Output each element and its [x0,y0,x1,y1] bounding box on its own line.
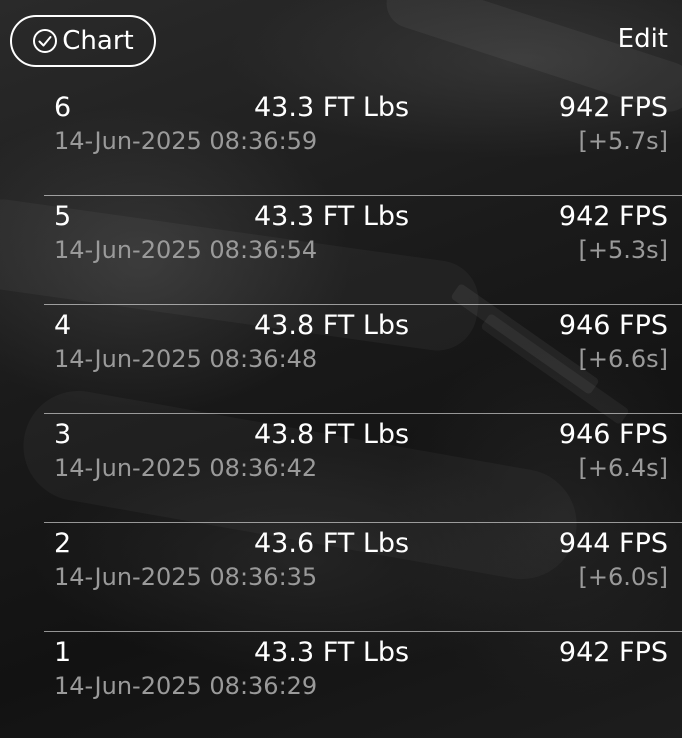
row-divider [44,195,682,196]
row-divider [44,631,682,632]
list-item[interactable]: 3 43.8 FT Lbs 946 FPS 14-Jun-2025 08:36:… [0,413,682,522]
shot-number: 5 [54,201,72,232]
shot-timestamp: 14-Jun-2025 08:36:48 [54,345,318,373]
shot-interval: [+6.4s] [578,454,668,482]
list-item[interactable]: 2 43.6 FT Lbs 944 FPS 14-Jun-2025 08:36:… [0,522,682,631]
shot-timestamp: 14-Jun-2025 08:36:54 [54,236,318,264]
shot-timestamp: 14-Jun-2025 08:36:42 [54,454,318,482]
list-item[interactable]: 4 43.8 FT Lbs 946 FPS 14-Jun-2025 08:36:… [0,304,682,413]
shot-energy: 43.6 FT Lbs [254,528,410,559]
shot-energy: 43.3 FT Lbs [254,637,410,668]
list-item[interactable]: 1 43.3 FT Lbs 942 FPS 14-Jun-2025 08:36:… [0,631,682,738]
checkmark-circle-icon [32,28,58,54]
shot-timestamp: 14-Jun-2025 08:36:59 [54,127,318,155]
shot-velocity: 946 FPS [558,310,668,341]
chart-button[interactable]: Chart [10,15,156,67]
chart-button-label: Chart [62,26,134,56]
shot-interval: [+6.6s] [578,345,668,373]
shot-interval: [+6.0s] [578,563,668,591]
shot-energy: 43.3 FT Lbs [254,201,410,232]
shot-velocity: 942 FPS [558,92,668,123]
shot-velocity: 946 FPS [558,419,668,450]
shot-velocity: 944 FPS [558,528,668,559]
shot-interval: [+5.7s] [578,127,668,155]
edit-button[interactable]: Edit [618,26,668,52]
shot-interval: [+5.3s] [578,236,668,264]
shot-timestamp: 14-Jun-2025 08:36:35 [54,563,318,591]
shot-velocity: 942 FPS [558,637,668,668]
shot-list-screen: Chart Edit 6 43.3 FT Lbs 942 FPS 14-Jun-… [0,0,682,738]
row-divider [44,522,682,523]
shot-list: 6 43.3 FT Lbs 942 FPS 14-Jun-2025 08:36:… [0,86,682,738]
shot-number: 4 [54,310,72,341]
shot-energy: 43.8 FT Lbs [254,419,410,450]
shot-velocity: 942 FPS [558,201,668,232]
shot-energy: 43.8 FT Lbs [254,310,410,341]
row-divider [44,304,682,305]
row-divider [44,413,682,414]
top-bar: Chart Edit [0,0,682,82]
shot-number: 6 [54,92,72,123]
list-item[interactable]: 6 43.3 FT Lbs 942 FPS 14-Jun-2025 08:36:… [0,86,682,195]
shot-number: 2 [54,528,72,559]
shot-number: 3 [54,419,72,450]
shot-timestamp: 14-Jun-2025 08:36:29 [54,672,318,700]
shot-number: 1 [54,637,72,668]
list-item[interactable]: 5 43.3 FT Lbs 942 FPS 14-Jun-2025 08:36:… [0,195,682,304]
shot-energy: 43.3 FT Lbs [254,92,410,123]
